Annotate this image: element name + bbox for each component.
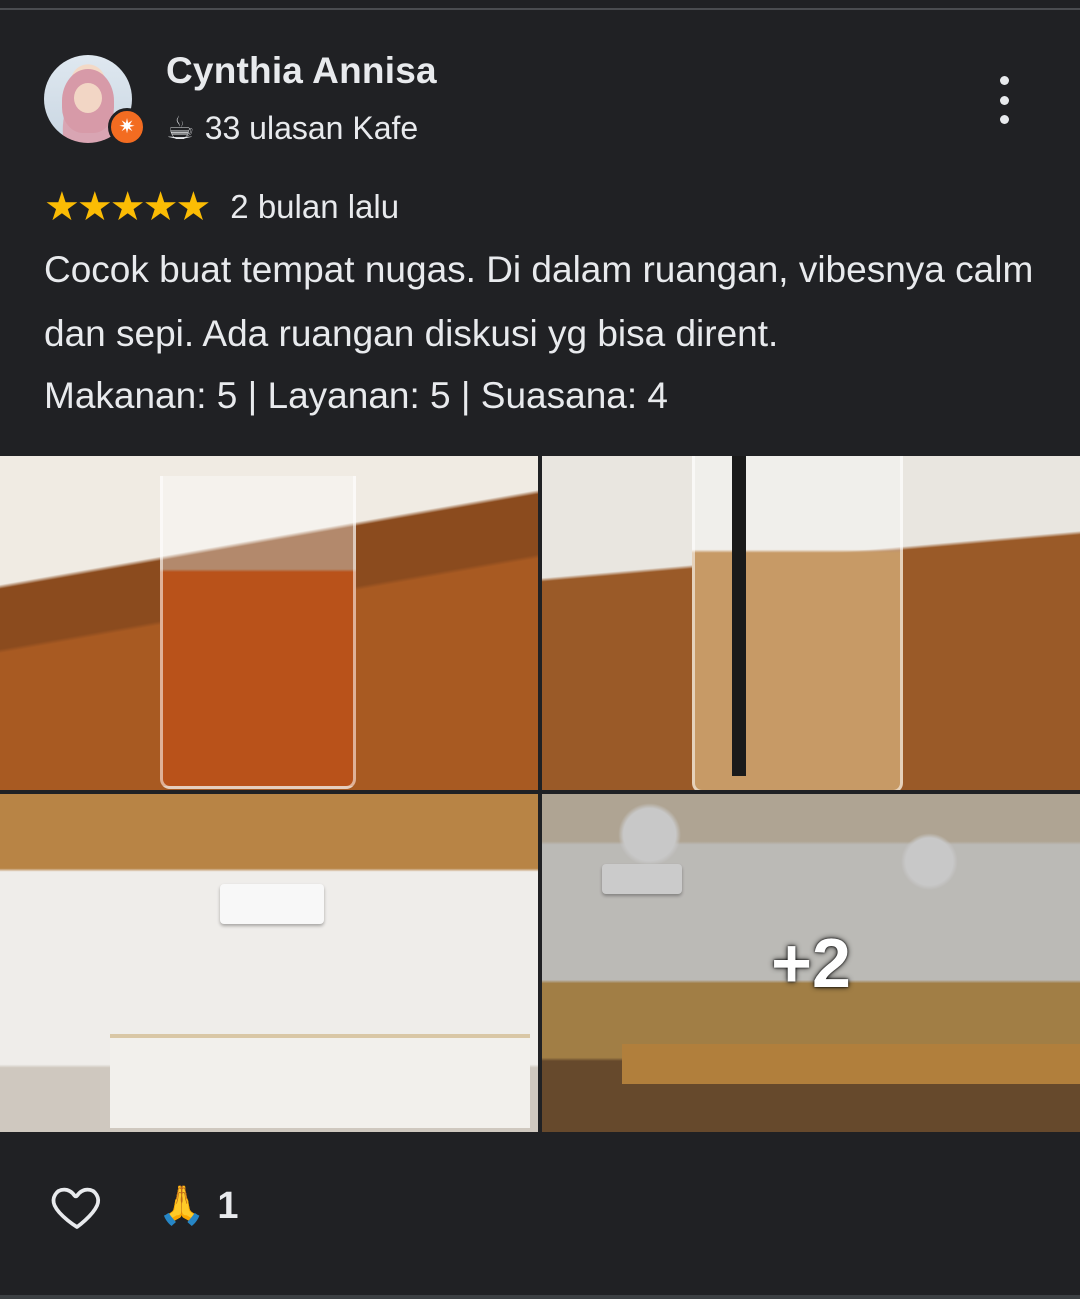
- local-guide-badge-icon: ✷: [108, 108, 146, 146]
- review-time: 2 bulan lalu: [230, 188, 400, 225]
- glass-shape: [160, 476, 356, 789]
- rating-row: ★★★★★ 2 bulan lalu: [44, 184, 399, 230]
- more-photos-overlay[interactable]: +2: [542, 794, 1080, 1132]
- bottom-divider: [0, 1295, 1080, 1299]
- star-rating: ★★★★★: [44, 185, 211, 229]
- reaction-count: 1: [217, 1184, 239, 1227]
- review-scores: Makanan: 5 | Layanan: 5 | Suasana: 4: [44, 375, 668, 416]
- straw-shape: [732, 456, 746, 776]
- praying-hands-icon: 🙏: [158, 1185, 206, 1227]
- counter-shape: [110, 1034, 530, 1128]
- top-divider: [0, 0, 1080, 10]
- review-count-label: 33 ulasan Kafe: [204, 109, 419, 146]
- author-name[interactable]: Cynthia Annisa: [166, 50, 437, 92]
- more-dot: [999, 76, 1009, 85]
- more-options-icon[interactable]: [984, 76, 1024, 124]
- photo-iced-tea[interactable]: [0, 456, 538, 790]
- avatar-face: [74, 83, 102, 113]
- author-meta: ☕ 33 ulasan Kafe: [166, 109, 418, 147]
- glass-shape: [692, 456, 903, 790]
- review-text: Cocok buat tempat nugas. Di dalam ruanga…: [44, 249, 1034, 354]
- reaction-summary[interactable]: 🙏 1: [158, 1184, 238, 1228]
- more-dot: [999, 115, 1009, 124]
- heart-icon[interactable]: [48, 1178, 106, 1234]
- photo-grid: +2: [0, 456, 1080, 1132]
- air-conditioner-shape: [220, 884, 324, 924]
- more-dot: [999, 95, 1009, 105]
- photo-iced-coffee[interactable]: [542, 456, 1080, 790]
- photo-coffee-bar[interactable]: [0, 794, 538, 1132]
- coffee-cup-icon: ☕: [166, 110, 195, 146]
- review-actions: 🙏 1: [48, 1178, 238, 1234]
